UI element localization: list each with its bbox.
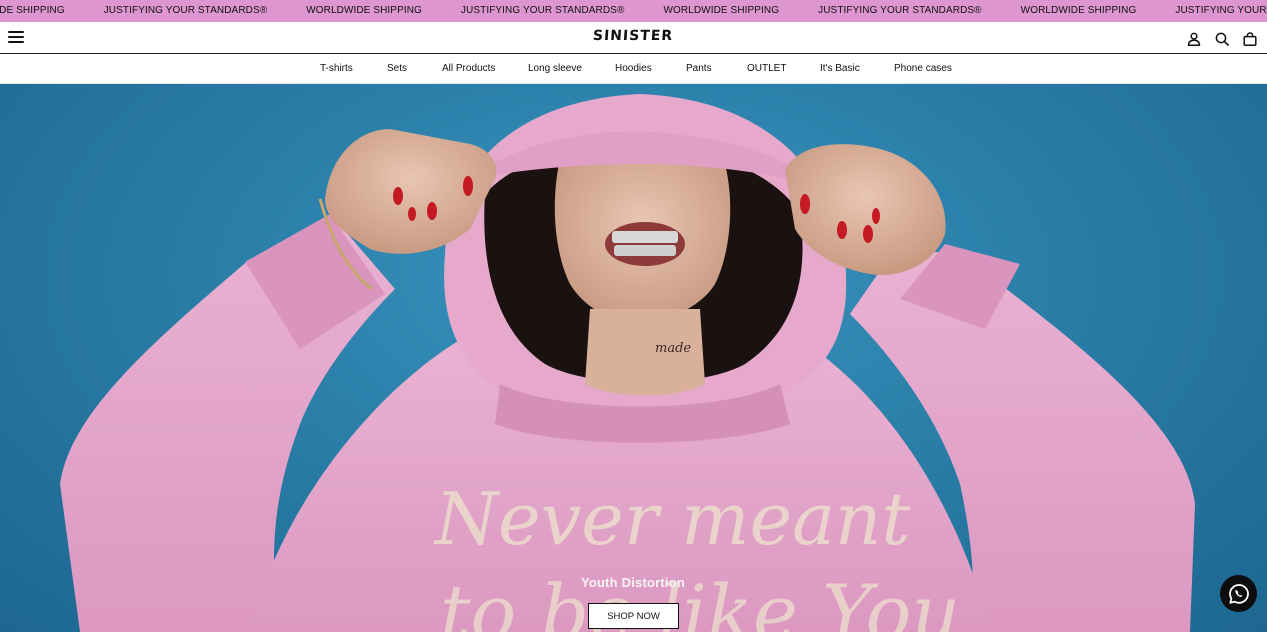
hero-banner[interactable]: made Never meant to be like You Youth Di… xyxy=(0,84,1267,632)
nav-item-sets[interactable]: Sets xyxy=(387,63,407,74)
neck-tattoo-text: made xyxy=(655,341,691,356)
announcement-item: WORLDWIDE SHIPPING xyxy=(306,5,422,16)
site-header: SINISTER xyxy=(0,22,1267,54)
bag-icon[interactable] xyxy=(1243,32,1257,46)
nav-item-t-shirts[interactable]: T-shirts xyxy=(320,63,353,74)
hero-subtitle: Youth Distortion xyxy=(580,575,686,590)
whatsapp-chat-button[interactable] xyxy=(1220,575,1257,612)
search-icon[interactable] xyxy=(1215,32,1229,46)
announcement-item: WORLDWIDE SHIPPING xyxy=(0,5,65,16)
menu-icon[interactable] xyxy=(8,31,24,45)
brand-logo[interactable]: SINISTER xyxy=(532,28,733,44)
nav-item-pants[interactable]: Pants xyxy=(686,63,712,74)
announcement-item: JUSTIFYING YOUR STANDARDS® xyxy=(103,5,268,16)
announcement-item: WORLDWIDE SHIPPING xyxy=(1020,5,1137,16)
announcement-item: JUSTIFYING YOUR STANDARDS® xyxy=(1175,5,1267,16)
nav-item-phone-cases[interactable]: Phone cases xyxy=(894,63,952,74)
nav-item-hoodies[interactable]: Hoodies xyxy=(615,63,652,74)
announcement-bar: WORLDWIDE SHIPPING JUSTIFYING YOUR STAND… xyxy=(0,0,1267,22)
nav-item-its-basic[interactable]: It's Basic xyxy=(820,63,860,74)
shop-now-button[interactable]: SHOP NOW xyxy=(588,603,679,629)
announcement-item: JUSTIFYING YOUR STANDARDS® xyxy=(460,5,625,16)
whatsapp-icon xyxy=(1228,583,1249,604)
nav-item-all-products[interactable]: All Products xyxy=(442,63,495,74)
hoodie-print-line-1: Never meant xyxy=(433,477,911,561)
announcement-item: WORLDWIDE SHIPPING xyxy=(663,5,780,16)
nav-item-outlet[interactable]: OUTLET xyxy=(747,63,786,74)
main-nav: T-shirts Sets All Products Long sleeve H… xyxy=(0,55,1267,84)
account-icon[interactable] xyxy=(1187,32,1201,46)
hero-image: made Never meant to be like You xyxy=(60,94,1195,632)
nav-item-long-sleeve[interactable]: Long sleeve xyxy=(528,63,582,74)
announcement-item: JUSTIFYING YOUR STANDARDS® xyxy=(818,5,982,16)
announcement-track: WORLDWIDE SHIPPING JUSTIFYING YOUR STAND… xyxy=(0,0,1267,22)
